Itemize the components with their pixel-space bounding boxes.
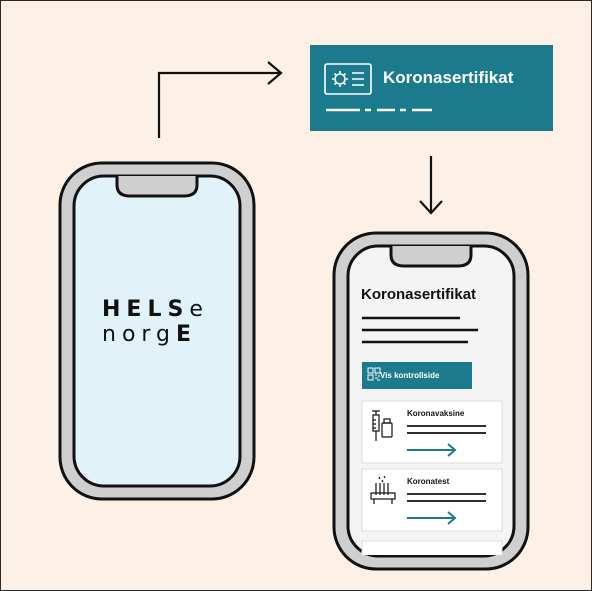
screen-title: Koronasertifikat	[361, 286, 477, 303]
card-label-koronatest: Koronatest	[407, 477, 450, 486]
certificate-banner	[310, 45, 553, 131]
arrow-down	[419, 156, 443, 215]
diagram-graphics	[58, 45, 553, 571]
card-label-koronavaksine: Koronavaksine	[407, 409, 465, 418]
banner-title: Koronasertifikat	[383, 68, 514, 87]
arrow-right	[157, 61, 283, 138]
helsenorge-logo-line1: HELSe	[102, 297, 209, 322]
vis-kontrollside-label: Vis kontrollside	[380, 371, 440, 380]
diagram-canvas: HELSe norgE Koronasertifikat Koronaserti…	[0, 0, 592, 591]
card-partial	[361, 540, 503, 555]
helsenorge-logo-line2: norgE	[102, 322, 198, 347]
